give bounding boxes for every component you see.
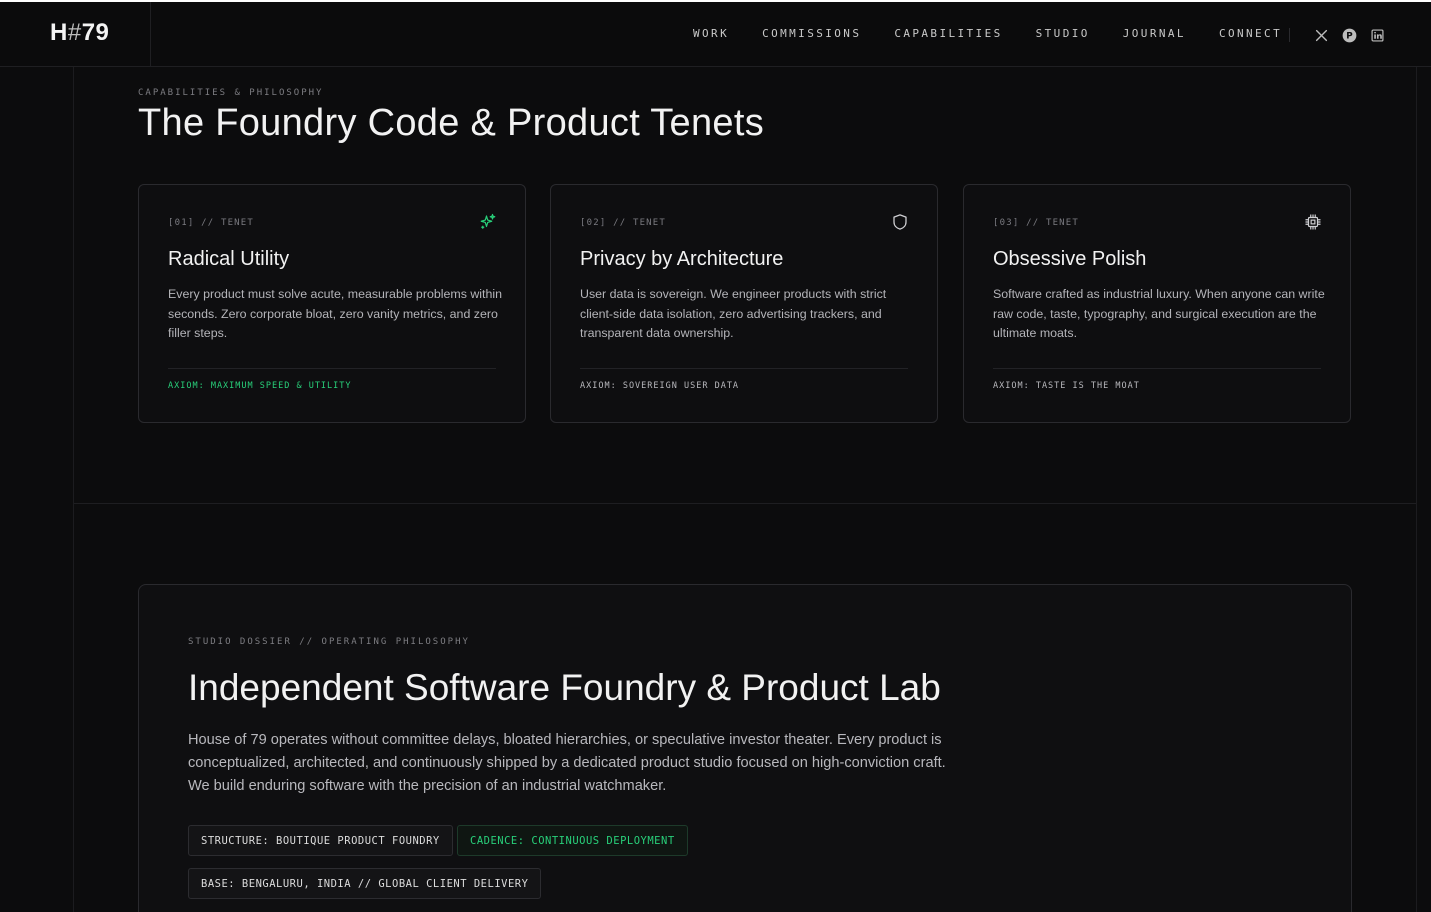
svg-text:P: P (1346, 31, 1353, 41)
logo-suffix: 79 (81, 19, 110, 46)
dossier-title: Independent Software Foundry & Product L… (188, 667, 941, 708)
logo-hash: # (67, 19, 82, 46)
logo-cell: H#79 (0, 2, 151, 67)
sparkles-icon (479, 213, 497, 231)
logo[interactable]: H#79 (50, 19, 109, 47)
tenet-description: User data is sovereign. We engineer prod… (580, 287, 887, 340)
section-title: The Foundry Code & Product Tenets (138, 102, 764, 144)
tenet-card-polish: [03] // TENET Obsessive Polish Software … (963, 184, 1351, 423)
tenet-tag: [03] // TENET (993, 218, 1080, 228)
site-header: H#79 WORK COMMISSIONS CAPABILITIES STUDI… (0, 0, 1431, 67)
structure-badge: STRUCTURE: BOUTIQUE PRODUCT FOUNDRY (188, 825, 453, 856)
dossier-body: House of 79 operates without committee d… (188, 732, 946, 794)
main-nav: WORK COMMISSIONS CAPABILITIES STUDIO JOU… (693, 27, 1315, 40)
tenet-tag: [01] // TENET (168, 218, 255, 228)
tenet-title: Privacy by Architecture (580, 248, 784, 270)
tenet-axiom: AXIOM: TASTE IS THE MOAT (993, 381, 1140, 391)
nav-studio[interactable]: STUDIO (1036, 27, 1090, 40)
tenet-axiom: AXIOM: MAXIMUM SPEED & UTILITY (168, 381, 352, 391)
card-divider (168, 368, 496, 369)
pinterest-icon[interactable]: P (1341, 27, 1357, 43)
tenet-axiom: AXIOM: SOVEREIGN USER DATA (580, 381, 740, 391)
tenet-tag: [02] // TENET (580, 218, 667, 228)
left-rail (73, 67, 74, 912)
nav-connect[interactable]: CONNECT (1219, 27, 1282, 40)
section-divider (74, 503, 1416, 504)
x-icon[interactable] (1313, 27, 1329, 43)
chip-icon (1304, 213, 1322, 231)
linkedin-icon[interactable] (1369, 27, 1385, 43)
nav-capabilities[interactable]: CAPABILITIES (894, 27, 1002, 40)
base-badge: BASE: BENGALURU, INDIA // GLOBAL CLIENT … (188, 868, 542, 899)
tenet-card-privacy: [02] // TENET Privacy by Architecture Us… (550, 184, 938, 423)
logo-prefix: H (50, 19, 68, 46)
tenet-description: Every product must solve acute, measurab… (168, 287, 503, 340)
card-divider (993, 368, 1321, 369)
section-eyebrow: CAPABILITIES & PHILOSOPHY (138, 88, 324, 98)
tenet-description: Software crafted as industrial luxury. W… (993, 287, 1325, 340)
cadence-badge: CADENCE: CONTINUOUS DEPLOYMENT (457, 825, 688, 856)
tenet-title: Obsessive Polish (993, 248, 1147, 270)
card-divider (580, 368, 908, 369)
nav-work[interactable]: WORK (693, 27, 729, 40)
nav-divider (1289, 28, 1290, 42)
page: H#79 WORK COMMISSIONS CAPABILITIES STUDI… (0, 0, 1431, 912)
tenet-card-radical-utility: [01] // TENET Radical Utility Every prod… (138, 184, 526, 423)
nav-journal[interactable]: JOURNAL (1123, 27, 1186, 40)
dossier-eyebrow: STUDIO DOSSIER // OPERATING PHILOSOPHY (188, 637, 470, 647)
shield-icon (891, 213, 909, 231)
social-links: P (1313, 27, 1385, 43)
right-rail (1416, 67, 1417, 912)
studio-dossier-card: STUDIO DOSSIER // OPERATING PHILOSOPHY I… (138, 584, 1352, 912)
tenet-title: Radical Utility (168, 248, 290, 270)
nav-commissions[interactable]: COMMISSIONS (762, 27, 861, 40)
